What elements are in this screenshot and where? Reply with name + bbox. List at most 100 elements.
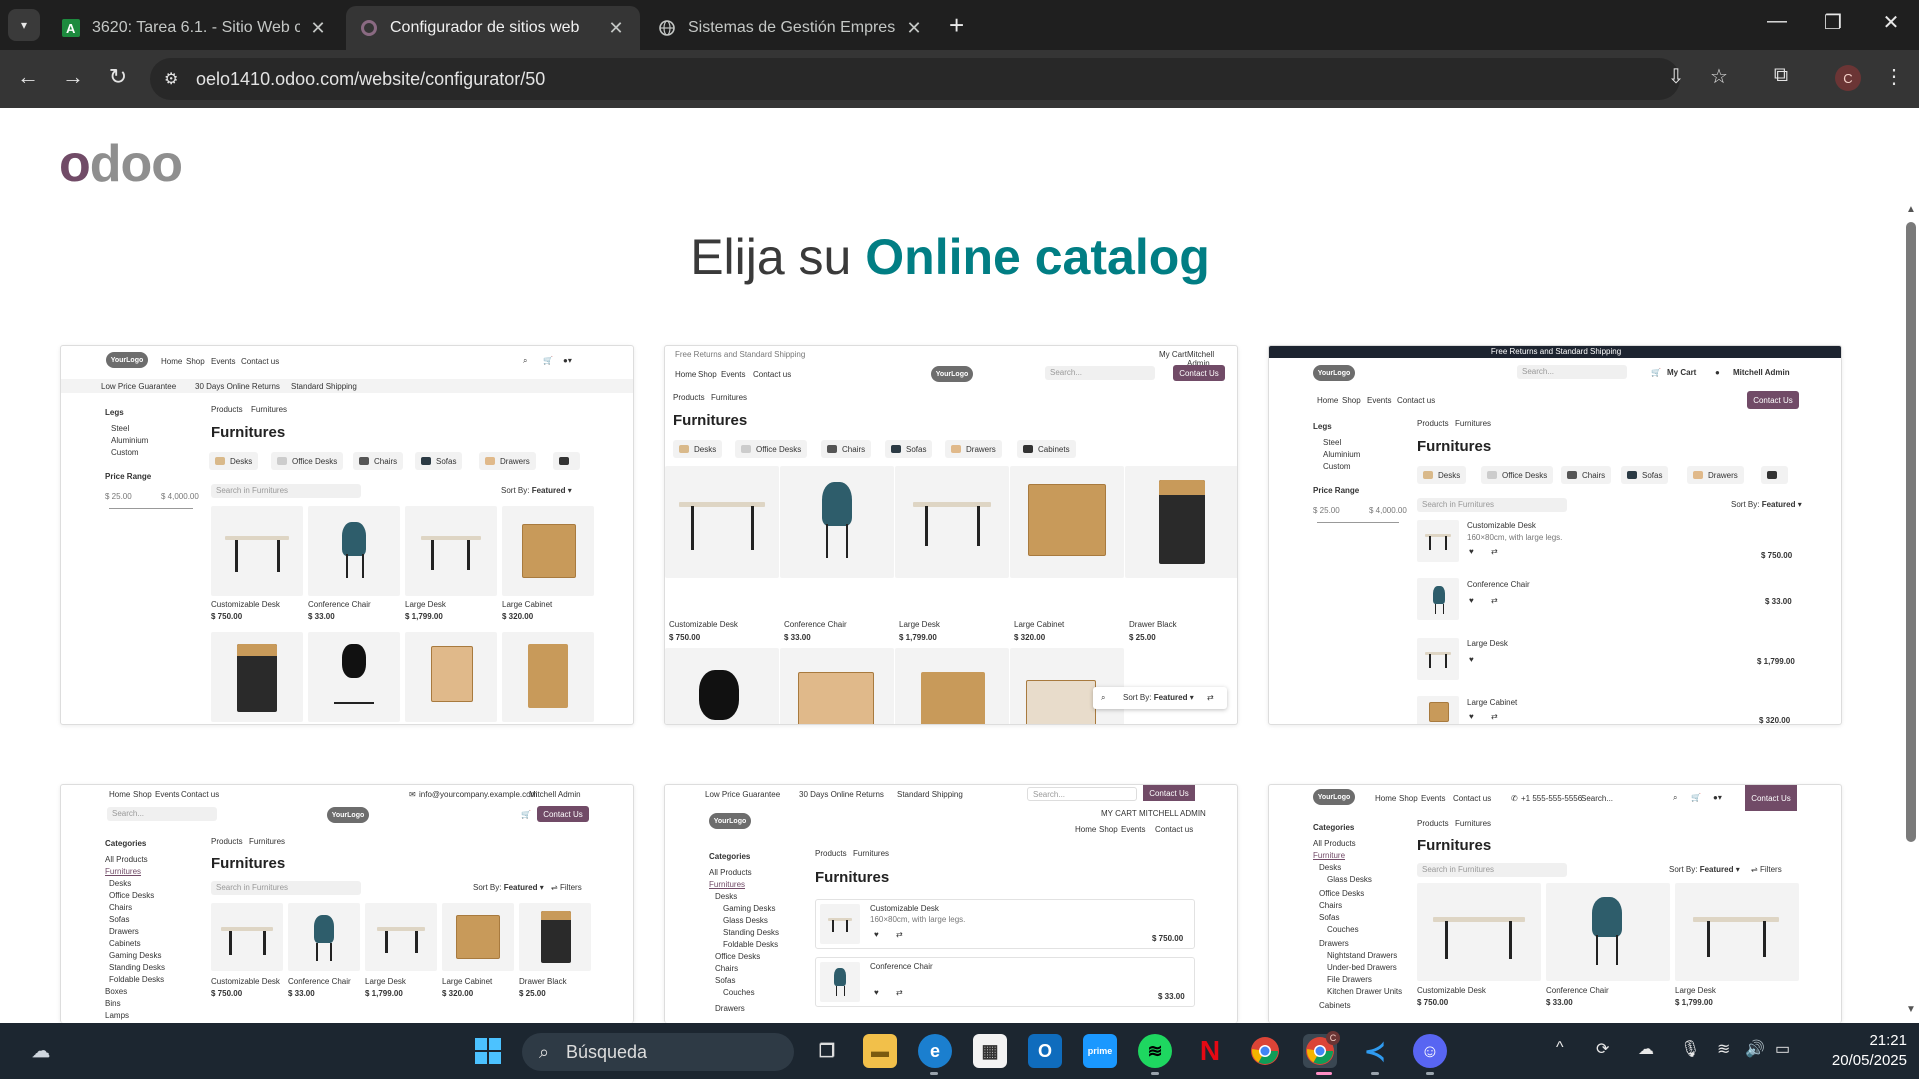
template-card-3[interactable]: Free Returns and Standard Shipping YourL… xyxy=(1268,345,1842,725)
menu-kebab-icon[interactable]: ⋮ xyxy=(1880,64,1908,89)
product-tile xyxy=(519,903,591,971)
bookmark-star-icon[interactable]: ☆ xyxy=(1705,64,1733,89)
tab-search-button[interactable]: ▾ xyxy=(8,9,40,41)
product-price: $ 1,799.00 xyxy=(1757,657,1795,666)
task-view-icon[interactable]: ❐ xyxy=(810,1034,844,1068)
store-icon[interactable]: ▦ xyxy=(973,1034,1007,1068)
template-card-4[interactable]: Home Shop Events Contact us ✉ info@yourc… xyxy=(60,784,634,1023)
template-card-6[interactable]: YourLogo Home Shop Events Contact us ✆ +… xyxy=(1268,784,1842,1023)
volume-icon[interactable]: 🔊 xyxy=(1745,1039,1765,1059)
scroll-thumb[interactable] xyxy=(1906,222,1916,842)
discord-icon[interactable]: ☺ xyxy=(1413,1034,1447,1068)
product-tile xyxy=(1010,466,1124,578)
preview-search: Search... xyxy=(1027,787,1137,801)
product-tile xyxy=(665,648,779,724)
product-tile xyxy=(1417,883,1541,981)
prime-video-icon[interactable]: prime xyxy=(1083,1034,1117,1068)
clock[interactable]: 21:21 20/05/2025 xyxy=(1812,1031,1907,1071)
template-card-5[interactable]: Low Price Guarantee 30 Days Online Retur… xyxy=(664,784,1238,1023)
user-icon: ●▾ xyxy=(563,356,572,365)
preview-nav-events: Events xyxy=(211,357,236,366)
product-name: Conference Chair xyxy=(1467,580,1530,589)
category-pill: Sofas xyxy=(415,452,463,470)
user-menu: Mitchell Admin xyxy=(1733,368,1790,377)
forward-icon[interactable]: → xyxy=(58,64,88,90)
preview-logo: YourLogo xyxy=(709,813,751,829)
user-menu: MITCHELL ADMIN xyxy=(1139,809,1206,818)
new-tab-icon[interactable]: + xyxy=(949,12,964,38)
product-tile xyxy=(1675,883,1799,981)
tab-moodle[interactable]: A 3620: Tarea 6.1. - Sitio Web con Odoo … xyxy=(48,6,342,50)
category-pill: Chairs xyxy=(353,452,404,470)
list-thumb xyxy=(1417,638,1459,680)
product-price: $ 1,799.00 xyxy=(1675,998,1713,1007)
scroll-down-arrow-icon[interactable]: ▼ xyxy=(1906,1004,1916,1015)
breadcrumb: Products xyxy=(1417,819,1449,828)
tab-sge[interactable]: Sistemas de Gestión Empresarial ✕ xyxy=(644,6,938,50)
product-tile xyxy=(211,903,283,971)
minimize-icon[interactable]: — xyxy=(1757,10,1797,33)
back-icon[interactable]: ← xyxy=(13,64,43,90)
product-desc: 160×80cm, with large legs. xyxy=(870,915,966,924)
product-name: Large Cabinet xyxy=(1467,698,1518,707)
preview-nav-shop: Shop xyxy=(1099,825,1118,834)
url-text[interactable]: oelo1410.odoo.com/website/configurator/5… xyxy=(196,69,545,90)
product-price: $ 750.00 xyxy=(211,612,243,621)
template-card-2[interactable]: Free Returns and Standard Shipping My Ca… xyxy=(664,345,1238,725)
address-bar[interactable]: ⚙ oelo1410.odoo.com/website/configurator… xyxy=(150,58,1680,100)
product-price: $ 33.00 xyxy=(1765,597,1792,606)
category-item: Standing Desks xyxy=(109,963,166,972)
preview-nav-shop: Shop xyxy=(1342,396,1361,405)
category-item: Office Desks xyxy=(1319,889,1365,898)
scroll-up-arrow-icon[interactable]: ▲ xyxy=(1906,204,1916,215)
sync-icon[interactable]: ⟳ xyxy=(1596,1039,1609,1059)
netflix-icon[interactable]: N xyxy=(1193,1034,1227,1068)
product-name: Large Cabinet xyxy=(502,600,553,609)
product-desc: 160×80cm, with large legs. xyxy=(1467,533,1563,542)
template-card-1[interactable]: YourLogo Home Shop Events Contact us ⌕ 🛒… xyxy=(60,345,634,725)
file-explorer-icon[interactable]: ▬ xyxy=(863,1034,897,1068)
category-item: Foldable Desks xyxy=(109,975,165,984)
install-app-icon[interactable]: ⇩ xyxy=(1662,64,1690,89)
category-item: Gaming Desks xyxy=(109,951,162,960)
promo-text: 30 Days Online Returns xyxy=(195,382,280,391)
profile-avatar[interactable]: C xyxy=(1835,65,1861,91)
restore-icon[interactable]: ❐ xyxy=(1813,10,1853,35)
category-item: Foldable Desks xyxy=(723,940,779,949)
category-item: Furnitures xyxy=(105,867,142,876)
battery-icon[interactable]: ▭ xyxy=(1775,1039,1790,1059)
phone-text: +1 555-555-5556 xyxy=(1521,794,1583,803)
my-cart-link: MY CART xyxy=(1101,809,1137,818)
edge-icon[interactable]: e xyxy=(918,1034,952,1068)
tab-configurator[interactable]: Configurador de sitios web ✕ xyxy=(346,6,640,50)
wifi-icon[interactable]: ≋ xyxy=(1717,1039,1730,1059)
onedrive-icon[interactable]: ☁ xyxy=(1638,1039,1654,1059)
start-windows-icon[interactable] xyxy=(471,1034,505,1068)
compare-icon: ⇄ xyxy=(1491,712,1498,721)
preview-search: Search... xyxy=(1517,365,1627,379)
outlook-icon[interactable]: O xyxy=(1028,1034,1062,1068)
mail-icon: ✉ xyxy=(409,790,416,799)
extensions-icon[interactable]: ⧉ xyxy=(1767,64,1795,87)
category-pill: Cabinets xyxy=(1017,440,1076,458)
taskbar-search[interactable]: ⌕ Búsqueda xyxy=(522,1033,794,1071)
microphone-icon[interactable]: 🎙 xyxy=(1680,1039,1700,1059)
preview-search: Search... xyxy=(1045,366,1155,380)
wishlist-heart-icon: ♥ xyxy=(874,988,879,997)
categories-title: Categories xyxy=(709,852,751,861)
close-icon[interactable]: ✕ xyxy=(606,18,626,39)
heading-prefix: Elija su xyxy=(690,229,852,285)
spotify-icon[interactable]: ≋ xyxy=(1138,1034,1172,1068)
product-tile xyxy=(211,632,303,722)
window-close-icon[interactable]: ✕ xyxy=(1871,10,1911,35)
vscode-icon[interactable]: ≺ xyxy=(1358,1034,1392,1068)
reload-icon[interactable]: ↻ xyxy=(103,64,133,90)
site-info-icon[interactable]: ⚙ xyxy=(164,69,178,89)
close-icon[interactable]: ✕ xyxy=(904,18,924,39)
category-item: Drawers xyxy=(715,1004,745,1013)
weather-icon[interactable]: ☁ xyxy=(24,1034,58,1068)
chrome-icon[interactable] xyxy=(1248,1034,1282,1068)
tray-chevron-icon[interactable]: ^ xyxy=(1556,1039,1564,1057)
close-icon[interactable]: ✕ xyxy=(308,18,328,39)
filter-price-title: Price Range xyxy=(1313,486,1360,495)
